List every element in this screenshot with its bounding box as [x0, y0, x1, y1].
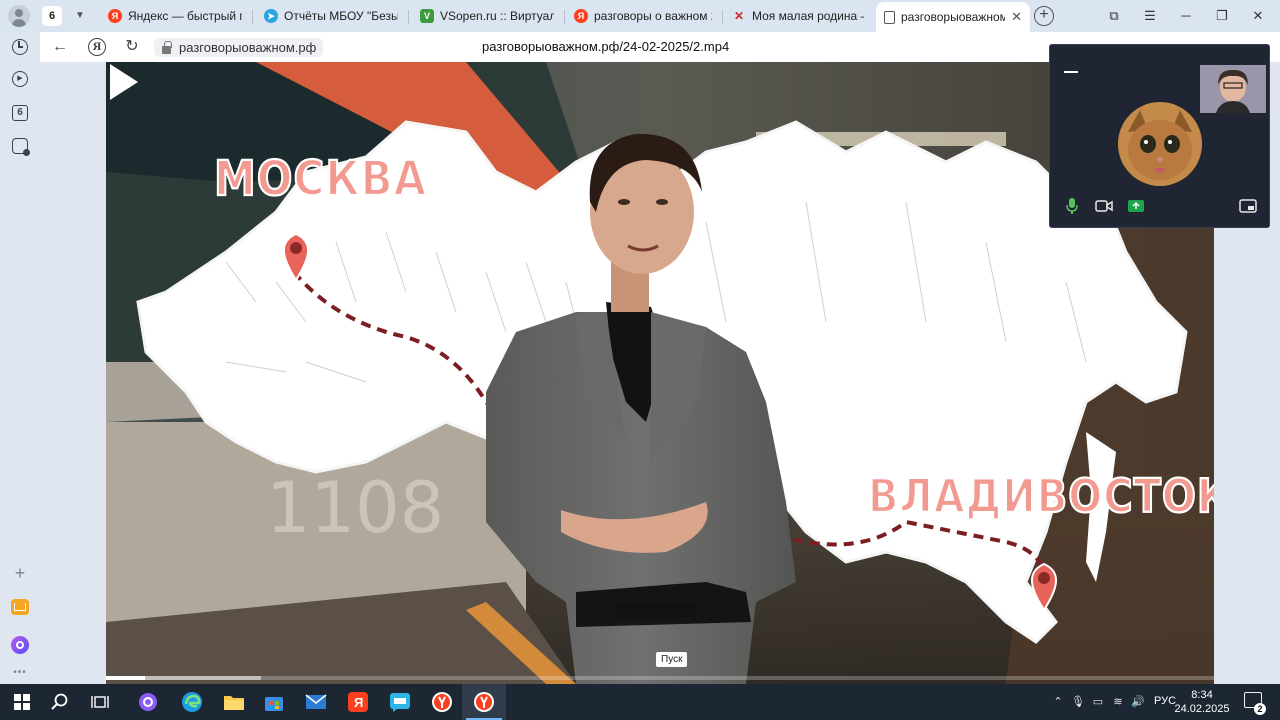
rzhd-icon: ✕ [733, 9, 745, 23]
history-icon[interactable] [10, 37, 30, 57]
reload-icon[interactable]: ↻ [122, 37, 142, 57]
yandex-home-icon[interactable]: Я [88, 38, 106, 56]
tab-active-video[interactable]: разговорыоважном ✕ [876, 2, 1030, 32]
tab-vsopen[interactable]: V VSopen.ru :: Виртуальн [412, 4, 562, 28]
vsopen-icon: V [420, 9, 434, 23]
tab-malaya-rodina[interactable]: ✕ Моя малая родина — Р [724, 4, 872, 28]
tab-count-button[interactable]: 6 [42, 6, 62, 26]
yandex-browser-icon[interactable] [420, 684, 464, 720]
new-tab-button[interactable]: + [1034, 6, 1054, 26]
domain-text: разговорыоважном.рф [179, 40, 317, 55]
add-panel-icon[interactable]: + [10, 563, 30, 583]
clock-date: 24.02.2025 [1174, 703, 1230, 715]
train-number-text: 1108 [266, 467, 444, 549]
alice-taskbar-icon[interactable] [126, 684, 170, 720]
self-view-video [1200, 65, 1266, 113]
task-view-icon[interactable] [78, 684, 122, 720]
tab-separator [408, 10, 409, 24]
notification-badge: 2 [1254, 703, 1266, 715]
tab-separator [252, 10, 253, 24]
windows-taskbar: Я ⌃ 🎙 ▭ ≋ 🔊 РУС 8:34 24.02.2025 2 [0, 684, 1280, 720]
microphone-icon[interactable] [1062, 197, 1082, 215]
tab-title: Яндекс — быстрый пои [128, 9, 242, 23]
yandex-browser-active-icon[interactable] [462, 684, 506, 720]
page-url-title[interactable]: разговорыоважном.рф/24-02-2025/2.mp4 [482, 39, 729, 54]
drag-handle[interactable] [1064, 71, 1078, 73]
alice-icon[interactable] [10, 635, 30, 655]
browser-sidebar: ▶ 6 + ••• [0, 32, 40, 684]
messenger-icon[interactable] [378, 684, 422, 720]
mail-icon[interactable] [10, 597, 30, 617]
tabs-collections-icon[interactable]: ⧉ [1102, 4, 1126, 28]
tab-title: VSopen.ru :: Виртуальн [440, 9, 554, 23]
screenshot-icon[interactable] [10, 136, 30, 156]
play-icon[interactable] [106, 62, 142, 102]
clock-time: 8:34 [1191, 689, 1213, 701]
close-window-icon[interactable]: ✕ [1246, 4, 1270, 28]
tab-yandex[interactable]: Я Яндекс — быстрый пои [100, 4, 250, 28]
chevron-down-icon[interactable]: ▼ [70, 6, 90, 26]
speaker-icon[interactable]: 🔊 [1130, 694, 1146, 710]
video-player[interactable]: 1108 🔈 МОСКВА ВЛАДИВОСТОК Пуск [106, 62, 1214, 684]
back-icon[interactable]: ← [50, 37, 70, 57]
minimize-icon[interactable]: ─ [1174, 4, 1198, 28]
mail-app-icon[interactable] [294, 684, 338, 720]
store-icon[interactable] [252, 684, 296, 720]
profile-avatar-icon[interactable] [8, 5, 30, 27]
telegram-icon: ➤ [264, 9, 278, 23]
map-label-vladivostok: ВЛАДИВОСТОК [867, 469, 1214, 524]
file-explorer-icon[interactable] [212, 684, 256, 720]
yandex-icon: Я [108, 9, 122, 23]
more-icon[interactable]: ••• [10, 662, 30, 682]
play-circle-icon[interactable]: ▶ [10, 69, 30, 89]
battery-icon[interactable]: ▭ [1090, 694, 1106, 710]
tab-separator [564, 10, 565, 24]
page-icon [884, 10, 895, 24]
yandex-icon: Я [574, 9, 588, 23]
tab-title: Отчёты МБОУ "Безыме [284, 9, 398, 23]
minimize-call-icon[interactable] [1238, 197, 1258, 215]
clock[interactable]: 8:34 24.02.2025 [1170, 688, 1234, 716]
restore-icon[interactable]: ❐ [1210, 4, 1234, 28]
menu-icon[interactable]: ☰ [1138, 4, 1162, 28]
close-icon[interactable]: ✕ [1011, 9, 1022, 25]
tray-microphone-icon[interactable]: 🎙 [1070, 694, 1086, 710]
tab-separator [722, 10, 723, 24]
tab-strip: 6 ▼ Я Яндекс — быстрый пои ➤ Отчёты МБОУ… [0, 0, 1280, 32]
tab-title: разговоры о важном 2 [594, 9, 712, 23]
camera-icon[interactable] [1094, 197, 1114, 215]
progress-played [106, 676, 145, 680]
tab-title: Моя малая родина — Р [752, 9, 864, 23]
domain-pill[interactable]: разговорыоважном.рф [154, 38, 324, 57]
wifi-icon[interactable]: ≋ [1110, 694, 1126, 710]
edge-icon[interactable] [170, 684, 214, 720]
tab-razgovory-search[interactable]: Я разговоры о важном 2 [566, 4, 720, 28]
tray-overflow-icon[interactable]: ⌃ [1050, 694, 1066, 710]
yandex-app-icon[interactable]: Я [336, 684, 380, 720]
play-tooltip: Пуск [656, 652, 688, 667]
tab-title: разговорыоважном [901, 10, 1006, 24]
lock-icon [162, 40, 172, 54]
progress-bar[interactable] [106, 676, 1214, 680]
tab-reports[interactable]: ➤ Отчёты МБОУ "Безыме [256, 4, 406, 28]
screen-share-icon[interactable] [1126, 197, 1146, 215]
svg-text:Я: Я [354, 695, 363, 710]
search-icon[interactable] [38, 684, 82, 720]
video-call-window[interactable] [1049, 44, 1270, 228]
participant-avatar [1118, 102, 1202, 186]
map-label-moscow: МОСКВА [213, 149, 428, 208]
tabs-counter-icon[interactable]: 6 [10, 103, 30, 123]
